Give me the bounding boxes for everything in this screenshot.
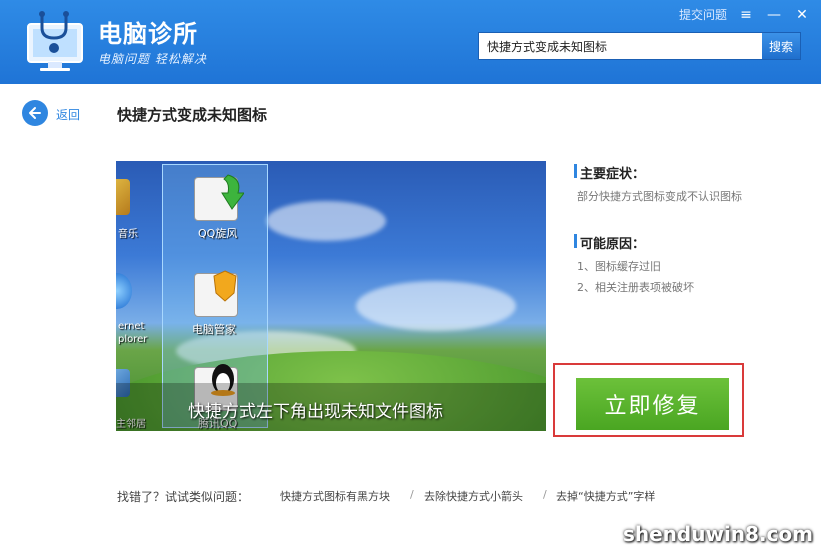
minimize-icon[interactable]: — <box>765 7 783 23</box>
app-title: 电脑诊所 <box>98 20 198 48</box>
similar-issue-link[interactable]: 去除快捷方式小箭头 <box>424 488 523 504</box>
close-icon[interactable]: ✕ <box>793 7 811 23</box>
menu-icon[interactable]: ≡ <box>737 7 755 23</box>
app-slogan: 电脑问题 轻松解决 <box>98 52 207 66</box>
symptom-preview-image: 音乐 ernet plorer 主邻居 QQ旋风 电脑管家 腾讯QQ 快捷方式左… <box>116 161 546 431</box>
internet-explorer-icon <box>116 273 132 309</box>
issue-title: 快捷方式变成未知图标 <box>117 106 268 124</box>
window-controls: 提交问题 ≡ — ✕ <box>679 6 811 23</box>
preview-caption: 快捷方式左下角出现未知文件图标 <box>188 402 443 422</box>
link-separator: / <box>410 488 414 501</box>
desktop-label: 音乐 <box>118 229 138 240</box>
music-folder-icon <box>116 179 130 215</box>
cause-title: 可能原因： <box>580 237 646 252</box>
section-marker <box>574 164 577 178</box>
similar-issue-link[interactable]: 去掉“快捷方式”字样 <box>556 488 655 504</box>
desktop-label: ernet <box>118 321 145 332</box>
title-bar: 电脑诊所 电脑问题 轻松解决 提交问题 ≡ — ✕ 搜索 <box>0 0 821 84</box>
pc-manager-shield-icon <box>213 270 237 302</box>
symptom-title: 主要症状： <box>580 167 646 182</box>
symptom-text: 部分快捷方式图标变成不认识图标 <box>577 190 742 203</box>
search-button[interactable]: 搜索 <box>762 33 800 59</box>
monitor-stethoscope-logo-icon <box>27 11 83 71</box>
search-box: 搜索 <box>478 32 801 60</box>
similar-issue-link[interactable]: 快捷方式图标有黑方块 <box>280 488 390 504</box>
arrow-left-icon <box>29 107 41 119</box>
submit-issue-link[interactable]: 提交问题 <box>679 6 727 23</box>
repair-now-button[interactable]: 立即修复 <box>576 378 729 430</box>
back-link[interactable]: 返回 <box>56 106 80 123</box>
link-separator: / <box>543 488 547 501</box>
back-button[interactable] <box>22 100 48 126</box>
cause-item: 1、图标缓存过旧 <box>577 260 661 273</box>
cause-item: 2、相关注册表项被破坏 <box>577 281 694 294</box>
green-arrow-icon <box>221 174 244 210</box>
cloud <box>356 281 516 331</box>
site-watermark: shenduwin8.com <box>622 522 813 546</box>
desktop-label: plorer <box>118 334 148 345</box>
desktop-icon-label: 电脑管家 <box>192 323 236 336</box>
section-marker <box>574 234 577 248</box>
similar-issues-label: 找错了？试试类似问题： <box>117 490 250 504</box>
desktop-icon-label: QQ旋风 <box>198 227 238 240</box>
cloud <box>266 201 386 241</box>
search-input[interactable] <box>479 33 762 59</box>
